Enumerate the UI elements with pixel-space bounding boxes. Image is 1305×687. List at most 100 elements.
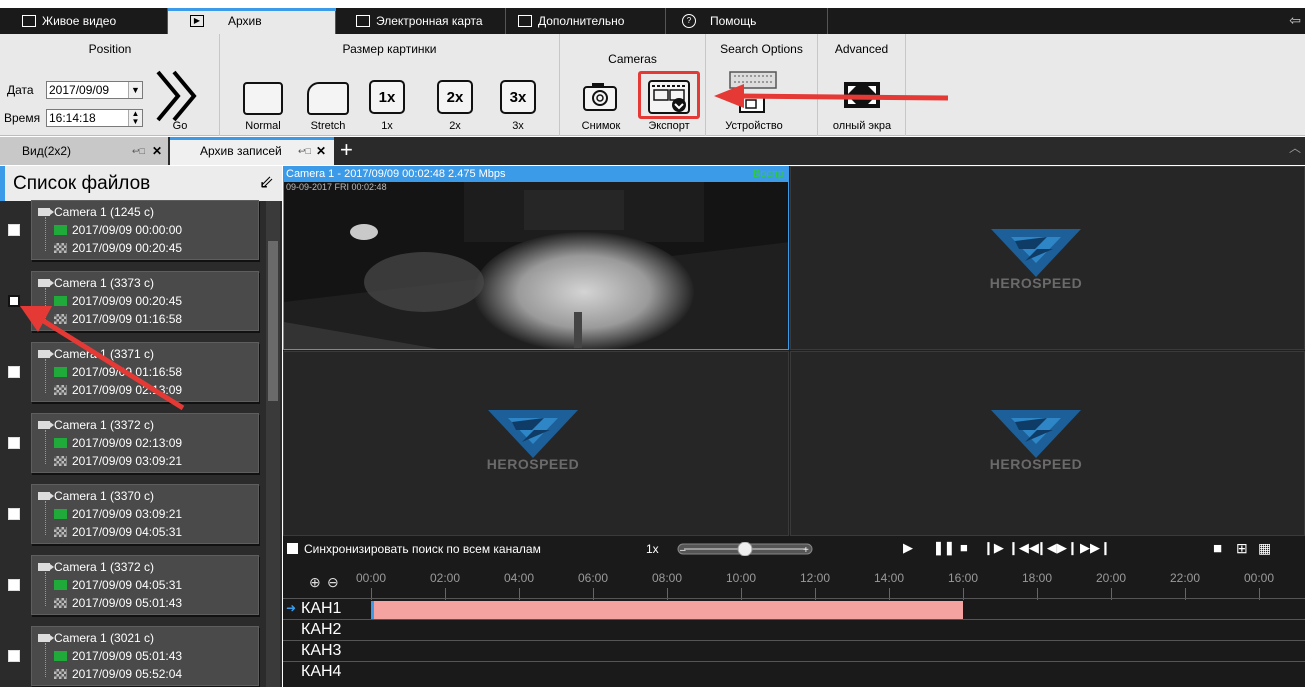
pause-icon[interactable]: ❚❚ [933,540,955,556]
file-checkbox[interactable] [8,295,20,307]
file-checkbox[interactable] [8,437,20,449]
zoom-2x-icon[interactable]: 2x [437,80,473,114]
pin-icon[interactable]: ↩□ [298,146,311,157]
zoom-1x-icon[interactable]: 1x [369,80,405,114]
tab-help[interactable]: ? Помощь [666,8,828,34]
file-list-item[interactable]: Camera 1 (3372 c) 2017/09/09 04:05:31 2017… [31,555,259,615]
zoom-in-icon[interactable]: ⊕ [309,574,321,591]
tab-archive-label: Архив [228,14,262,28]
step-back-icon[interactable]: ❙◀ [1036,540,1057,556]
stretch-label[interactable]: Stretch [298,120,358,132]
playhead-marker[interactable] [371,601,374,619]
start-flag-icon [54,367,67,377]
channel-label: КАН3 [301,642,342,659]
file-list-item[interactable]: Camera 1 (3021 c) 2017/09/09 05:01:43 2017… [31,626,259,686]
export-label[interactable]: Экспорт [638,120,700,132]
normal-label[interactable]: Normal [233,120,293,132]
stretch-icon[interactable] [307,82,349,115]
slider-knob[interactable] [737,542,753,556]
video-cell-4[interactable]: HEROSPEED [790,351,1305,536]
file-start-row: 2017/09/09 05:01:43 [54,649,182,663]
channel-track[interactable]: КАН2 [283,619,1305,639]
stop-icon[interactable]: ■ [960,540,968,555]
herospeed-logo: HEROSPEED [478,400,588,472]
tab-additional[interactable]: Дополнительно [506,8,666,34]
collapse-panel-icon[interactable]: ⇙ [259,172,274,193]
channel-label: КАН2 [301,621,342,638]
tick-label: 22:00 [1169,571,1201,585]
layout-9-icon[interactable]: ▦ [1258,540,1271,557]
zoom-3x-label[interactable]: 3x [503,120,533,132]
file-list-item[interactable]: Camera 1 (3373 c) 2017/09/09 00:20:45 2017… [31,271,259,331]
normal-size-icon[interactable] [243,82,283,115]
zoom-2x-label[interactable]: 2x [440,120,470,132]
tab-view-2x2[interactable]: Вид(2x2) ↩□ ✕ [0,137,168,165]
time-field[interactable]: 16:14:18 ▲ ▼ [46,109,143,127]
file-checkbox[interactable] [8,366,20,378]
go-button-label[interactable]: Go [168,120,192,132]
chevron-down-icon[interactable]: ▼ [128,82,142,98]
sync-search-label: Синхронизировать поиск по всем каналам [304,542,541,556]
exit-icon[interactable]: ⇦ [1289,12,1301,29]
close-icon[interactable]: ✕ [316,144,326,158]
active-view-tab-indicator [170,137,334,140]
file-list-item[interactable]: Camera 1 (3371 c) 2017/09/09 01:16:58 2017… [31,342,259,402]
file-checkbox[interactable] [8,579,20,591]
step-forward-icon[interactable]: ❙▶ [983,540,1004,556]
scrollbar-thumb[interactable] [268,241,278,401]
tick-label: 00:00 [355,571,387,585]
spinner-icon[interactable]: ▲ ▼ [128,110,142,126]
herospeed-logo-icon [488,410,578,458]
channel-track[interactable]: КАН4 [283,661,1305,681]
channel-track[interactable]: КАН3 [283,640,1305,660]
fullscreen-label[interactable]: олный экра [820,120,904,132]
fullscreen-icon[interactable] [842,80,882,110]
file-checkbox[interactable] [8,224,20,236]
speed-slider[interactable]: – + [676,542,814,556]
file-checkbox[interactable] [8,508,20,520]
camera-snapshot-icon[interactable] [582,80,618,112]
pin-icon[interactable]: ↩□ [132,146,145,157]
file-list-panel: Список файлов ⇙ Camera 1 (1245 c) 2017/09… [0,166,282,687]
snapshot-label[interactable]: Снимок [574,120,628,132]
file-end-time: 2017/09/09 02:13:09 [72,383,183,397]
date-label: Дата [7,83,34,97]
osd-timestamp: 09-09-2017 FRI 00:02:48 [286,182,387,192]
tab-archive-records[interactable]: Архив записей ↩□ ✕ [170,137,334,165]
file-end-row: 2017/09/09 05:52:04 [54,667,182,681]
date-field[interactable]: 2017/09/09 ▼ [46,81,143,99]
file-list-item[interactable]: Camera 1 (3372 c) 2017/09/09 02:13:09 2017… [31,413,259,473]
add-tab-icon[interactable]: + [340,137,353,163]
video-cell-1[interactable]: Camera 1 - 2017/09/09 00:02:48 2.475 Mbp… [283,166,789,350]
play-icon[interactable]: ▶ [903,540,913,556]
tab-archive[interactable]: ▶ Архив [168,8,336,34]
sync-search-checkbox[interactable] [287,543,298,554]
device-label[interactable]: Устройство [714,120,794,132]
skip-start-icon[interactable]: ❙◀◀ [1008,540,1039,556]
play-icon: ▶ [190,15,204,27]
device-icon[interactable] [728,70,778,118]
file-list-item[interactable]: Camera 1 (1245 c) 2017/09/09 00:00:00 2017… [31,200,259,260]
go-chevron-icon[interactable] [152,68,204,124]
file-list-scrollbar[interactable] [266,201,280,687]
recording-bar[interactable] [371,601,964,619]
help-icon: ? [682,14,696,28]
video-cell-2[interactable]: HEROSPEED [790,166,1305,350]
file-end-time: 2017/09/09 01:16:58 [72,312,183,326]
video-cell-3[interactable]: HEROSPEED [283,351,789,536]
layout-4-icon[interactable]: ⊞ [1236,540,1248,557]
file-end-row: 2017/09/09 05:01:43 [54,596,182,610]
tab-live-video[interactable]: Живое видео [0,8,168,34]
close-icon[interactable]: ✕ [152,144,162,158]
channel-track[interactable]: ➜ КАН1 [283,598,1305,619]
next-frame-icon[interactable]: ▶❙ [1057,540,1078,556]
zoom-3x-icon[interactable]: 3x [500,80,536,114]
file-list-item[interactable]: Camera 1 (3370 c) 2017/09/09 03:09:21 2017… [31,484,259,544]
tab-emap[interactable]: Электронная карта [336,8,506,34]
layout-1-icon[interactable]: ■ [1213,540,1222,557]
collapse-ribbon-icon[interactable]: ︿ [1289,139,1301,156]
file-checkbox[interactable] [8,650,20,662]
zoom-1x-label[interactable]: 1x [372,120,402,132]
zoom-out-icon[interactable]: ⊖ [327,574,339,591]
skip-end-icon[interactable]: ▶▶❙ [1080,540,1111,556]
